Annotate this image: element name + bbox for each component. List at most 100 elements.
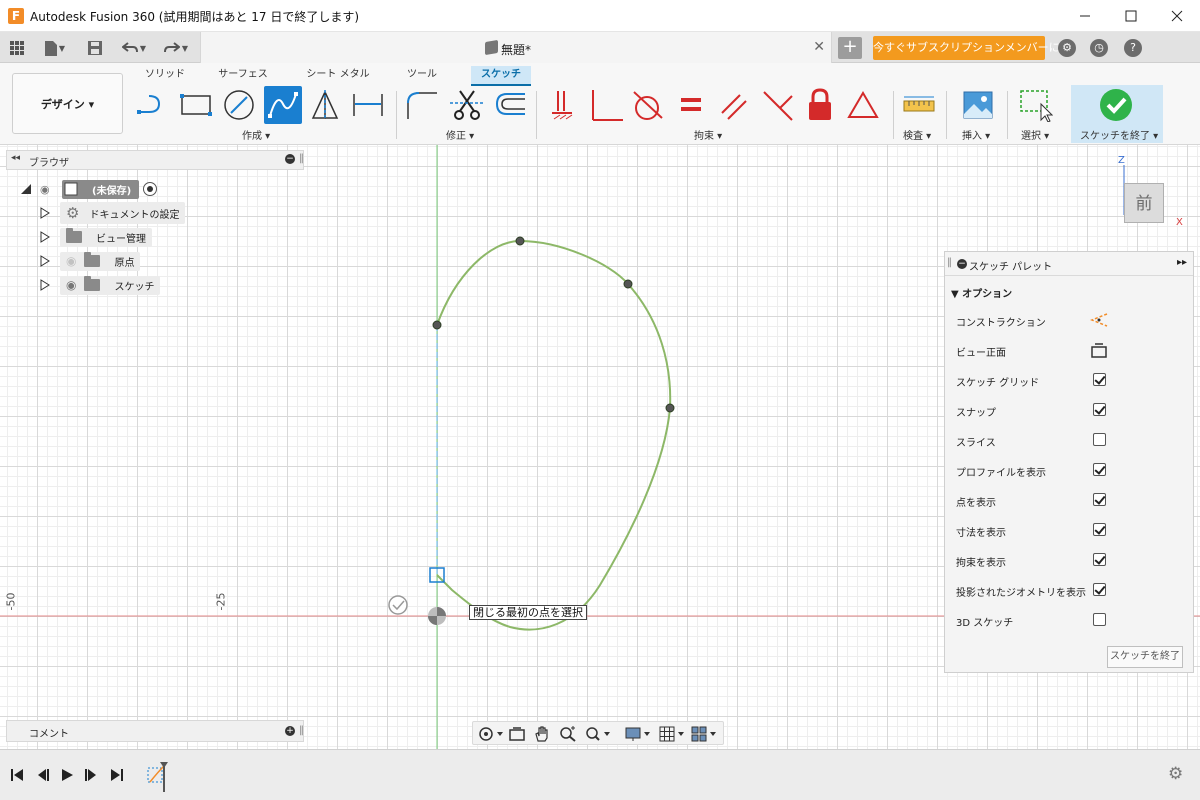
- file-menu-button[interactable]: ▼: [40, 38, 70, 58]
- fit-button[interactable]: [583, 725, 613, 743]
- construction-icon[interactable]: [1089, 312, 1109, 331]
- browser-root-row[interactable]: ◉ (未保存): [20, 178, 158, 200]
- eye-icon[interactable]: ◉: [66, 278, 76, 292]
- viewports-button[interactable]: [689, 725, 719, 743]
- pan-button[interactable]: [531, 725, 553, 743]
- tab-sheet-metal[interactable]: シート メタル: [303, 66, 373, 86]
- browser-item-document-settings[interactable]: ⚙ ドキュメントの設定: [40, 202, 186, 224]
- fillet-tool-button[interactable]: [404, 87, 440, 123]
- option-checkbox[interactable]: [1093, 583, 1106, 596]
- perpendicular-constraint-button[interactable]: [588, 87, 624, 123]
- display-settings-button[interactable]: [623, 725, 653, 743]
- panel-grip-icon[interactable]: ‖: [947, 257, 952, 268]
- close-tab-icon[interactable]: ✕: [813, 39, 825, 55]
- collapse-left-icon[interactable]: ◂◂: [11, 153, 20, 163]
- group-create-label[interactable]: 作成 ▾: [242, 127, 270, 142]
- redo-button[interactable]: ▼: [160, 38, 192, 58]
- group-inspect-label[interactable]: 検査 ▾: [903, 127, 931, 142]
- polygon-tool-button[interactable]: [307, 87, 343, 123]
- timeline-settings-icon[interactable]: ⚙: [1168, 764, 1183, 784]
- comments-panel[interactable]: コメント + ‖: [6, 720, 304, 742]
- undo-button[interactable]: ▼: [118, 38, 150, 58]
- palette-option-row[interactable]: 拘束を表示: [945, 546, 1193, 576]
- panel-grip-icon[interactable]: ‖: [299, 153, 304, 164]
- activate-radio-icon[interactable]: [143, 182, 158, 196]
- dimension-tool-button[interactable]: [350, 87, 386, 123]
- timeline-sketch-feature[interactable]: [146, 762, 168, 792]
- offset-tool-button[interactable]: [492, 87, 528, 123]
- option-checkbox[interactable]: [1093, 493, 1106, 506]
- palette-option-row[interactable]: スライス: [945, 426, 1193, 456]
- minimize-panel-icon[interactable]: −: [957, 259, 967, 269]
- go-to-start-button[interactable]: [8, 766, 26, 784]
- orbit-button[interactable]: [475, 725, 505, 743]
- tab-sketch[interactable]: スケッチ: [471, 66, 531, 86]
- group-modify-label[interactable]: 修正 ▾: [446, 127, 474, 142]
- palette-option-row[interactable]: 点を表示: [945, 486, 1193, 516]
- equal-constraint-button[interactable]: [673, 87, 709, 123]
- document-tab[interactable]: 無題* ✕: [200, 32, 832, 63]
- option-checkbox[interactable]: [1093, 523, 1106, 536]
- browser-header[interactable]: ◂◂ ブラウザ − ‖: [6, 150, 304, 170]
- trim-tool-button[interactable]: [449, 87, 485, 123]
- option-checkbox[interactable]: [1093, 463, 1106, 476]
- group-constraints-label[interactable]: 拘束 ▾: [694, 127, 722, 142]
- palette-option-row[interactable]: スナップ: [945, 396, 1193, 426]
- job-status-icon[interactable]: ⚙: [1058, 39, 1076, 57]
- eye-hidden-icon[interactable]: ◉: [66, 254, 76, 268]
- subscribe-button[interactable]: 今すぐサブスクリプションメンバーに...: [873, 36, 1070, 60]
- option-checkbox[interactable]: [1093, 433, 1106, 446]
- palette-option-row[interactable]: ビュー正面: [945, 336, 1193, 366]
- minimize-button[interactable]: [1062, 0, 1108, 32]
- fix-constraint-button[interactable]: [545, 87, 581, 123]
- clock-icon[interactable]: ◷: [1090, 39, 1108, 57]
- go-to-end-button[interactable]: [108, 766, 126, 784]
- options-section-header[interactable]: ▼ オプション: [951, 285, 1012, 300]
- circle-tool-button[interactable]: [221, 87, 257, 123]
- finish-sketch-button[interactable]: [1098, 87, 1134, 123]
- palette-option-row[interactable]: コンストラクション: [945, 306, 1193, 336]
- maximize-button[interactable]: [1108, 0, 1154, 32]
- expand-right-icon[interactable]: ▸▸: [1177, 257, 1187, 268]
- tangent-constraint-button[interactable]: [629, 87, 665, 123]
- save-button[interactable]: [84, 38, 106, 58]
- option-checkbox[interactable]: [1093, 373, 1106, 386]
- zoom-button[interactable]: [557, 725, 579, 743]
- rectangle-tool-button[interactable]: [178, 87, 214, 123]
- spline-tool-button[interactable]: [264, 86, 302, 124]
- select-tool-button[interactable]: [1018, 87, 1054, 123]
- symmetry-constraint-button[interactable]: [845, 87, 881, 123]
- step-back-button[interactable]: [34, 766, 52, 784]
- view-cube[interactable]: Z X 前: [1114, 155, 1183, 228]
- palette-header[interactable]: ‖ − スケッチ パレット ▸▸: [945, 252, 1193, 276]
- parallel-constraint-button[interactable]: [716, 87, 752, 123]
- insert-image-button[interactable]: [960, 87, 996, 123]
- play-button[interactable]: [58, 766, 76, 784]
- palette-option-row[interactable]: スケッチ グリッド: [945, 366, 1193, 396]
- new-tab-button[interactable]: +: [838, 37, 862, 59]
- measure-tool-button[interactable]: [901, 87, 937, 123]
- step-forward-button[interactable]: [82, 766, 100, 784]
- option-checkbox[interactable]: [1093, 613, 1106, 626]
- minimize-panel-icon[interactable]: −: [285, 154, 295, 164]
- data-panel-button[interactable]: [6, 38, 28, 58]
- group-select-label[interactable]: 選択 ▾: [1021, 127, 1049, 142]
- tab-tools[interactable]: ツール: [400, 66, 444, 86]
- browser-item-sketches[interactable]: ◉ スケッチ: [40, 274, 161, 296]
- group-insert-label[interactable]: 挿入 ▾: [962, 127, 990, 142]
- option-checkbox[interactable]: [1093, 403, 1106, 416]
- line-tool-button[interactable]: [134, 87, 170, 123]
- option-checkbox[interactable]: [1093, 553, 1106, 566]
- add-comment-icon[interactable]: +: [285, 726, 295, 736]
- look-at-icon[interactable]: [1089, 342, 1109, 361]
- look-at-button[interactable]: [506, 725, 528, 743]
- close-window-button[interactable]: [1154, 0, 1200, 32]
- group-finish-label[interactable]: スケッチを終了 ▾: [1080, 127, 1158, 142]
- view-cube-front-face[interactable]: 前: [1124, 183, 1164, 223]
- tab-solid[interactable]: ソリッド: [140, 66, 190, 86]
- palette-option-row[interactable]: プロファイルを表示: [945, 456, 1193, 486]
- help-icon[interactable]: ?: [1124, 39, 1142, 57]
- browser-item-named-views[interactable]: ビュー管理: [40, 226, 152, 248]
- panel-grip-icon[interactable]: ‖: [299, 725, 304, 736]
- lock-constraint-button[interactable]: [802, 87, 838, 123]
